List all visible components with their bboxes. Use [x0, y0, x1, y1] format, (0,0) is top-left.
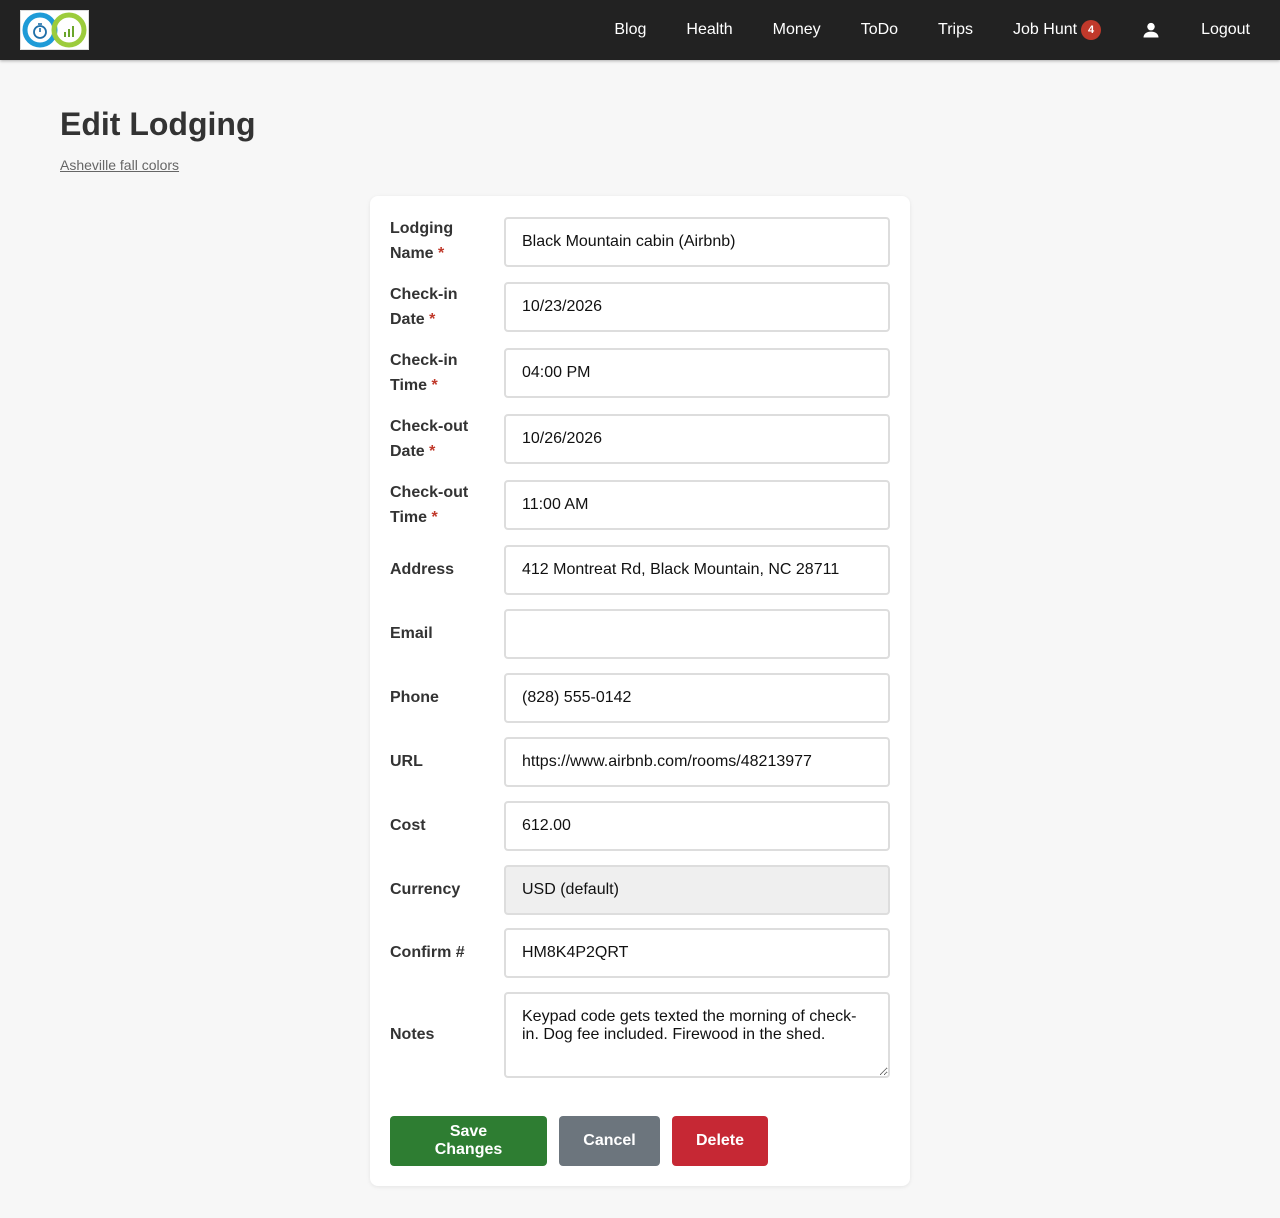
- currency-label: Currency: [390, 881, 461, 898]
- nav-money[interactable]: Money: [773, 21, 821, 39]
- user-profile-link[interactable]: [1141, 20, 1161, 40]
- cost-label: Cost: [390, 817, 426, 834]
- user-icon: [1143, 22, 1159, 38]
- checkout-time-input[interactable]: [504, 480, 890, 530]
- job-hunt-count-badge: 4: [1081, 20, 1102, 40]
- address-label: Address: [390, 561, 455, 578]
- page-title: Edit Lodging: [60, 106, 256, 142]
- edit-lodging-form: Lodging Name * Check-in Date * Check-in …: [370, 196, 910, 1186]
- currency-input: [504, 865, 890, 915]
- delete-button[interactable]: Delete: [672, 1116, 768, 1166]
- nav-health[interactable]: Health: [686, 21, 732, 39]
- nav-blog[interactable]: Blog: [614, 21, 646, 39]
- lodging-name-input[interactable]: [504, 217, 890, 267]
- notes-label: Notes: [390, 1026, 435, 1043]
- confirm-label: Confirm #: [390, 944, 465, 961]
- nav-todo[interactable]: ToDo: [861, 21, 898, 39]
- app-logo[interactable]: [20, 10, 89, 50]
- top-navbar: Blog Health Money ToDo Trips Job Hunt 4 …: [0, 0, 1280, 60]
- address-input[interactable]: [504, 545, 890, 595]
- email-label: Email: [390, 625, 433, 642]
- cancel-button[interactable]: Cancel: [559, 1116, 660, 1166]
- nav-job-hunt[interactable]: Job Hunt 4: [1013, 20, 1102, 40]
- url-input[interactable]: [504, 737, 890, 787]
- notes-textarea[interactable]: Keypad code gets texted the morning of c…: [504, 992, 890, 1078]
- checkin-date-label: Check-in Date *: [390, 286, 458, 328]
- phone-input[interactable]: [504, 673, 890, 723]
- lodging-name-label: Lodging Name *: [390, 220, 454, 262]
- checkout-time-label: Check-out Time *: [390, 484, 469, 526]
- confirm-input[interactable]: [504, 928, 890, 978]
- logo-icon: [22, 12, 87, 48]
- url-label: URL: [390, 753, 423, 770]
- cost-input[interactable]: [504, 801, 890, 851]
- checkin-date-input[interactable]: [504, 282, 890, 332]
- trip-breadcrumb-link[interactable]: Asheville fall colors: [60, 157, 179, 173]
- checkin-time-label: Check-in Time *: [390, 352, 458, 394]
- checkout-date-input[interactable]: [504, 414, 890, 464]
- nav-logout[interactable]: Logout: [1201, 21, 1250, 39]
- checkin-time-input[interactable]: [504, 348, 890, 398]
- nav-job-hunt-label: Job Hunt: [1013, 21, 1078, 38]
- email-input[interactable]: [504, 609, 890, 659]
- phone-label: Phone: [390, 689, 439, 706]
- form-actions: Save Changes Cancel Delete: [390, 1116, 780, 1166]
- nav-trips[interactable]: Trips: [938, 21, 973, 39]
- save-changes-button[interactable]: Save Changes: [390, 1116, 547, 1166]
- checkout-date-label: Check-out Date *: [390, 418, 469, 460]
- main-nav: Blog Health Money ToDo Trips Job Hunt 4 …: [614, 0, 1250, 60]
